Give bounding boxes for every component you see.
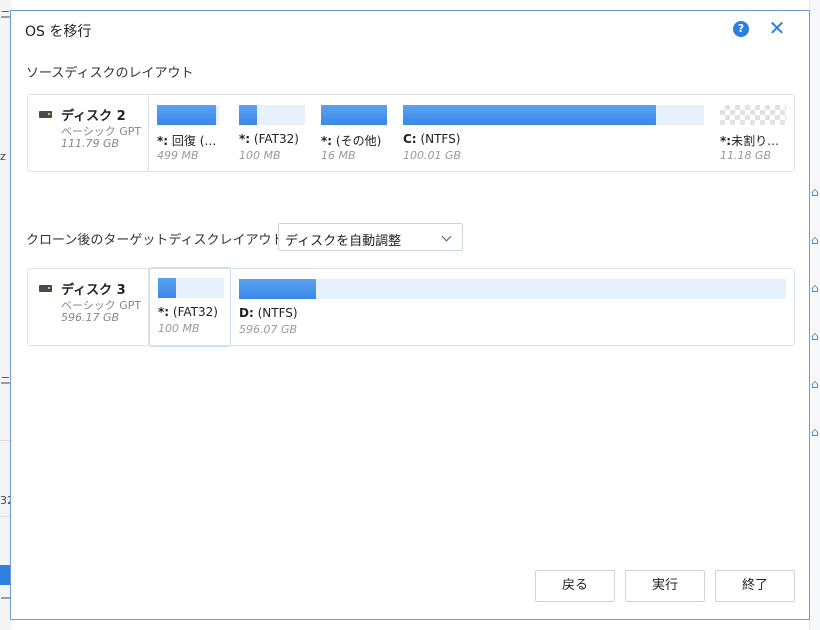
partition-label: *:未割り… [720, 134, 780, 148]
background-right-toolbar: ⌂ ⌂ ⌂ ⌂ ⌂ ⌂ [809, 0, 820, 630]
disk-size: 596.17 GB [61, 311, 120, 324]
partition-size: 11.18 GB [720, 149, 772, 162]
partition-size: 16 MB [321, 149, 356, 162]
auto-adjust-dropdown[interactable]: ディスクを自動調整 [278, 223, 463, 251]
bg-toolbar-icon: ⌂ [811, 426, 819, 438]
partition-label: C: (NTFS) [403, 132, 461, 146]
disk-drive-icon [39, 285, 52, 292]
source-layout-label: ソースディスクのレイアウト [26, 66, 194, 81]
disk-name: ディスク 2 [61, 109, 126, 124]
partition-label: *: (FAT32) [158, 305, 218, 319]
dialog-title: OS を移行 [25, 24, 92, 40]
source-partition-unallocated[interactable]: *:未割り… 11.18 GB [712, 95, 794, 171]
source-partition[interactable]: *: (その他) 16 MB [313, 95, 395, 171]
partition-usage-bar [239, 105, 305, 125]
bg-toolbar-icon: ⌂ [811, 186, 819, 198]
source-partition[interactable]: *: 回復 (… 499 MB [149, 95, 231, 171]
source-partition-c[interactable]: C: (NTFS) 100.01 GB [395, 95, 712, 171]
source-disk-info: ディスク 2 ベーシック GPT 111.79 GB [28, 95, 149, 171]
unallocated-bar [720, 105, 786, 125]
finish-button[interactable]: 終了 [715, 570, 795, 602]
bg-toolbar-icon: ⌂ [811, 378, 819, 390]
back-button[interactable]: 戻る [535, 570, 615, 602]
partition-size: 100 MB [158, 322, 200, 335]
partition-usage-fill [321, 105, 387, 125]
partition-usage-fill [239, 105, 258, 125]
partition-size: 596.07 GB [239, 323, 298, 336]
bg-toolbar-icon: ⌂ [811, 330, 819, 342]
target-disk-info: ディスク 3 ベーシック GPT 596.17 GB [28, 269, 149, 345]
bg-toolbar-icon: ⌂ [811, 282, 819, 294]
target-partition-selected[interactable]: *: (FAT32) 100 MB [149, 267, 231, 347]
close-icon[interactable]: ✕ [767, 17, 787, 39]
partition-size: 499 MB [157, 149, 199, 162]
target-disk-panel: ディスク 3 ベーシック GPT 596.17 GB *: (FAT32) 10… [27, 267, 795, 347]
source-partition[interactable]: *: (FAT32) 100 MB [231, 95, 313, 171]
partition-label: *: (FAT32) [239, 132, 299, 146]
partition-label: *: 回復 (… [157, 134, 217, 148]
dropdown-value: ディスクを自動調整 [285, 234, 402, 249]
target-layout-label: クローン後のターゲットディスクレイアウト [26, 233, 285, 248]
partition-usage-bar [158, 278, 224, 298]
partition-usage-bar [321, 105, 387, 125]
source-disk-panel: ディスク 2 ベーシック GPT 111.79 GB *: 回復 (… 499 … [27, 94, 795, 172]
disk-size: 111.79 GB [61, 137, 120, 150]
partition-size: 100.01 GB [403, 149, 462, 162]
partition-usage-fill [158, 278, 177, 298]
partition-usage-bar [403, 105, 704, 125]
partition-label: D: (NTFS) [239, 306, 298, 320]
disk-name: ディスク 3 [61, 283, 126, 298]
target-partition-d[interactable]: D: (NTFS) 596.07 GB [231, 269, 794, 345]
chevron-down-icon [441, 231, 452, 242]
disk-drive-icon [39, 111, 52, 118]
partition-usage-bar [157, 105, 219, 125]
migrate-os-dialog: OS を移行 ? ✕ ソースディスクのレイアウト ディスク 2 ベーシック GP… [10, 10, 810, 620]
partition-label: *: (その他) [321, 134, 382, 148]
partition-usage-fill [403, 105, 656, 125]
partition-usage-fill [157, 105, 216, 125]
help-icon[interactable]: ? [733, 21, 749, 37]
partition-usage-fill [239, 279, 316, 299]
partition-size: 100 MB [239, 149, 281, 162]
bg-toolbar-icon: ⌂ [811, 234, 819, 246]
execute-button[interactable]: 実行 [625, 570, 705, 602]
partition-usage-bar [239, 279, 786, 299]
